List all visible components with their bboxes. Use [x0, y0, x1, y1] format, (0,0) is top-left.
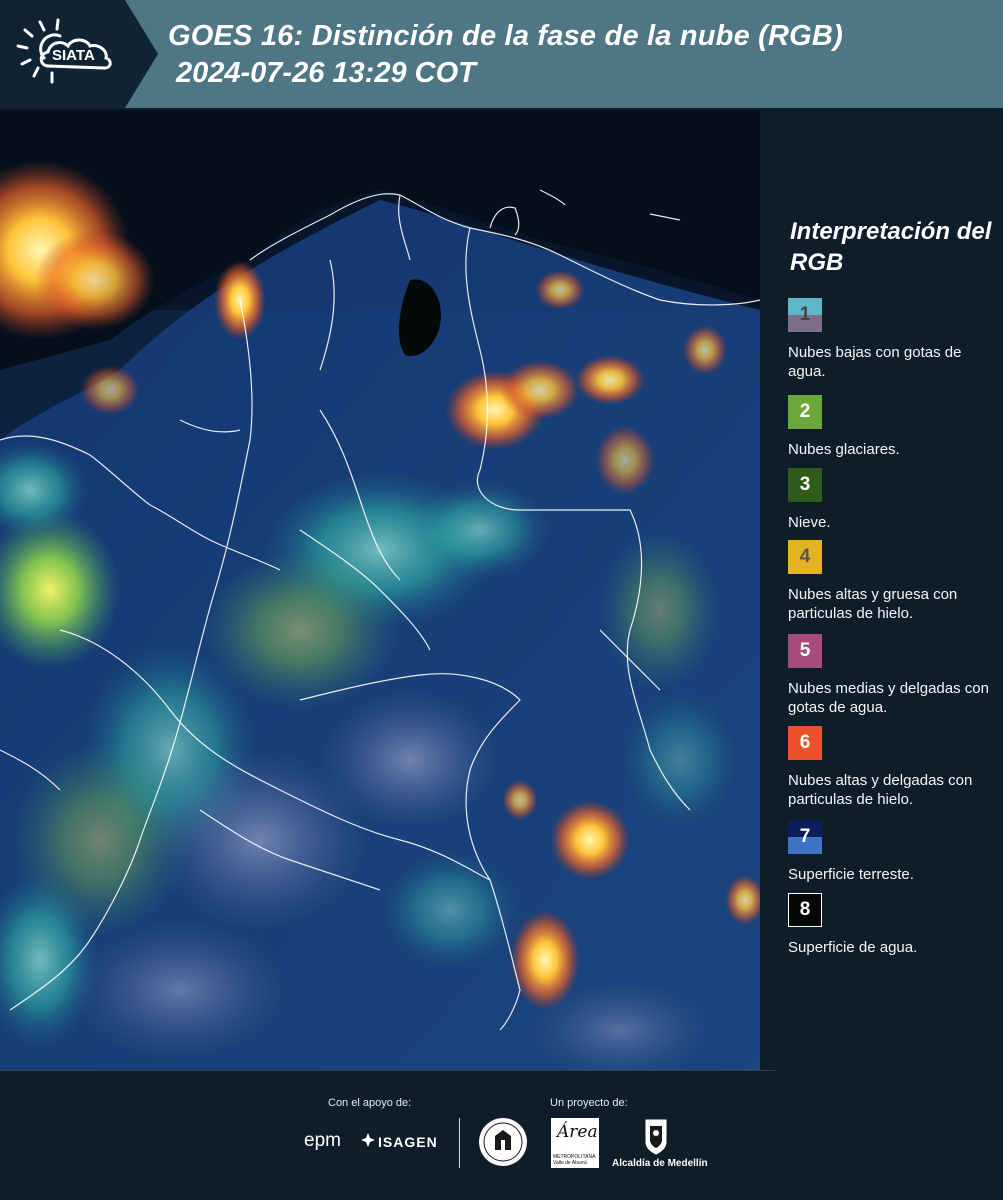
legend-swatch-4: 4 — [788, 540, 822, 574]
project-label: Un proyecto de: — [550, 1097, 628, 1109]
legend-label-8: Superficie de agua. — [788, 939, 918, 956]
legend-item-2: 2 Nubes glaciares. — [788, 395, 998, 459]
legend-swatch-1: 1 — [788, 298, 822, 332]
legend-item-8: 8 Superficie de agua. — [788, 893, 998, 957]
legend-item-6: 6 Nubes altas y delgadas con particulas … — [788, 726, 998, 809]
legend-item-4: 4 Nubes altas y gruesa con particulas de… — [788, 540, 998, 623]
isagen-mark-icon — [361, 1133, 375, 1147]
legend-item-3: 3 Nieve. — [788, 468, 998, 532]
legend-item-1: 1 Nubes bajas con gotas de agua. — [788, 298, 998, 381]
footer-divider-line — [0, 1070, 775, 1071]
legend-label-5: Nubes medias y delgadas con gotas de agu… — [788, 680, 989, 716]
siata-logo: SIATA — [0, 0, 160, 108]
legend-item-5: 5 Nubes medias y delgadas con gotas de a… — [788, 634, 998, 717]
logo-text: SIATA — [52, 47, 95, 64]
header-bar: SIATA GOES 16: Distinción de la fase de … — [0, 0, 1003, 108]
legend-label-6: Nubes altas y delgadas con particulas de… — [788, 772, 973, 808]
legend-label-7: Superficie terreste. — [788, 866, 914, 883]
legend-label-4: Nubes altas y gruesa con particulas de h… — [788, 586, 958, 622]
legend-title: Interpretación del RGB — [790, 218, 992, 276]
alcaldia-shield-icon — [645, 1119, 667, 1155]
satellite-map — [0, 110, 760, 1070]
legend-panel: Interpretación del RGB 1 Nubes bajas con… — [770, 110, 1003, 1070]
support-label: Con el apoyo de: — [328, 1097, 412, 1109]
legend-swatch-2: 2 — [788, 395, 822, 429]
epm-logo: epm — [304, 1130, 341, 1151]
legend-swatch-6: 6 — [788, 726, 822, 760]
legend-swatch-3: 3 — [788, 468, 822, 502]
legend-swatch-8: 8 — [788, 893, 822, 927]
area-metropolitana-logo: Área METROPOLITANA Valle de Aburrá — [551, 1118, 599, 1168]
footer: Con el apoyo de: Un proyecto de: epm ISA… — [0, 1070, 1003, 1200]
legend-label-1: Nubes bajas con gotas de agua. — [788, 344, 962, 380]
alcaldia-label: Alcaldía de Medellín — [612, 1158, 708, 1169]
page-timestamp: 2024-07-26 13:29 COT — [176, 57, 476, 89]
isagen-logo: ISAGEN — [378, 1134, 438, 1150]
legend-label-2: Nubes glaciares. — [788, 441, 900, 458]
footer-vertical-divider — [459, 1118, 460, 1168]
legend-swatch-7: 7 — [788, 820, 822, 854]
legend-swatch-5: 5 — [788, 634, 822, 668]
page-title: GOES 16: Distinción de la fase de la nub… — [168, 20, 843, 52]
medellin-seal-icon — [479, 1118, 527, 1166]
legend-label-3: Nieve. — [788, 514, 831, 531]
legend-item-7: 7 Superficie terreste. — [788, 820, 998, 884]
